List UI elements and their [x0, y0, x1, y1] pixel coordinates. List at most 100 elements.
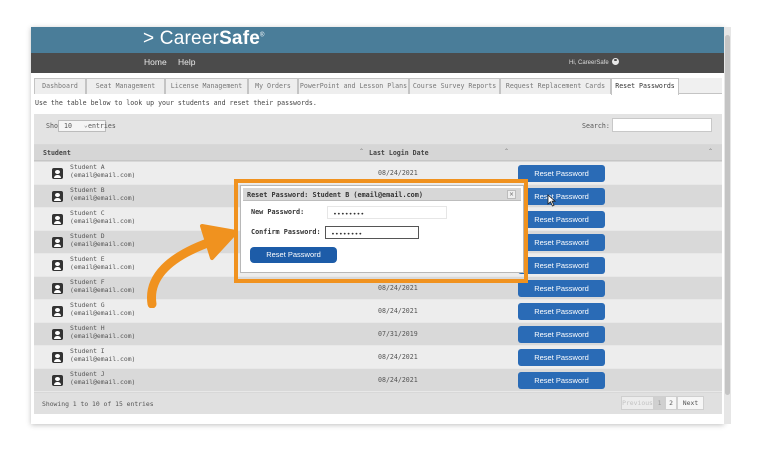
previous-page-button[interactable]: Previous — [621, 396, 654, 410]
student-name: Student B — [70, 186, 105, 194]
student-email: (email@email.com) — [70, 286, 136, 294]
user-icon — [52, 375, 63, 386]
reset-password-button[interactable]: Reset Password — [518, 280, 605, 297]
reset-password-button[interactable]: Reset Password — [518, 303, 605, 320]
student-cell: Student J (email@email.com) — [70, 370, 135, 386]
student-name: Student E — [70, 255, 105, 263]
student-email: (email@email.com) — [70, 309, 136, 317]
student-name: Student J — [70, 370, 105, 378]
instructions-text: Use the table below to look up your stud… — [35, 99, 317, 107]
student-email: (email@email.com) — [70, 240, 136, 248]
student-name: Student G — [70, 301, 105, 309]
student-cell: Student B (email@email.com) — [70, 186, 135, 202]
page-scrollbar[interactable] — [724, 27, 731, 424]
student-cell: Student F (email@email.com) — [70, 278, 135, 294]
column-header-student[interactable]: Student — [43, 149, 71, 157]
last-login-date: 08/24/2021 — [378, 307, 418, 315]
last-login-date: 08/24/2021 — [378, 169, 418, 177]
search-input[interactable] — [612, 118, 712, 132]
tab-course-survey-reports[interactable]: Course Survey Reports — [409, 78, 500, 94]
last-login-date: 08/24/2021 — [378, 284, 418, 292]
user-icon — [52, 352, 63, 363]
entries-label: entries — [88, 122, 116, 130]
brand-bar: > CareerSafe® — [31, 27, 724, 53]
reset-password-button[interactable]: Reset Password — [518, 165, 605, 182]
user-icon — [52, 237, 63, 248]
logo-mark: ® — [260, 32, 265, 39]
student-cell: Student C (email@email.com) — [70, 209, 135, 225]
user-icon — [52, 260, 63, 271]
scrollbar-thumb[interactable] — [725, 35, 730, 395]
table-row: Student J (email@email.com) 08/24/2021 Re… — [34, 369, 722, 392]
student-email: (email@email.com) — [70, 332, 136, 340]
tab-my-orders[interactable]: My Orders — [248, 78, 298, 94]
student-name: Student C — [70, 209, 105, 217]
reset-password-button[interactable]: Reset Password — [518, 211, 605, 228]
table-row: Student H (email@email.com) 07/31/2019 Re… — [34, 323, 722, 346]
user-icon — [52, 168, 63, 179]
last-login-date: 07/31/2019 — [378, 330, 418, 338]
reset-password-button[interactable]: Reset Password — [518, 326, 605, 343]
last-login-date: 08/24/2021 — [378, 376, 418, 384]
page-1-button[interactable]: 1 — [654, 396, 665, 410]
student-cell: Student D (email@email.com) — [70, 232, 135, 248]
student-email: (email@email.com) — [70, 263, 136, 271]
mouse-cursor-icon — [547, 194, 556, 207]
reset-password-button[interactable]: Reset Password — [518, 372, 605, 389]
student-cell: Student A (email@email.com) — [70, 163, 135, 179]
student-email: (email@email.com) — [70, 171, 136, 179]
last-login-date: 08/24/2021 — [378, 353, 418, 361]
student-name: Student F — [70, 278, 105, 286]
user-icon — [52, 283, 63, 294]
sort-icon[interactable]: ⌃ — [708, 148, 713, 155]
user-greeting: Hi, CareerSafe — [569, 60, 609, 66]
table-controls: Show 10 ⌄ entries Search: — [34, 114, 722, 144]
user-menu[interactable]: Hi, CareerSafe — [569, 58, 619, 66]
logo-prefix: > Career — [143, 28, 220, 49]
tab-dashboard[interactable]: Dashboard — [34, 78, 86, 94]
user-icon — [52, 306, 63, 317]
sort-icon[interactable]: ⌃ — [504, 148, 509, 155]
user-icon — [52, 329, 63, 340]
tab-request-replacement-cards[interactable]: Request Replacement Cards — [500, 78, 611, 94]
entries-info: Showing 1 to 10 of 15 entries — [42, 400, 154, 408]
sort-icon[interactable]: ⌃ — [359, 148, 364, 155]
reset-password-button[interactable]: Reset Password — [518, 257, 605, 274]
entries-value: 10 — [64, 122, 72, 130]
table-footer: Showing 1 to 10 of 15 entries Previous 1… — [34, 393, 722, 414]
student-cell: Student I (email@email.com) — [70, 347, 135, 363]
tab-powerpoint-lesson-plans[interactable]: PowerPoint and Lesson Plans — [298, 78, 409, 94]
top-navbar: Home Help Hi, CareerSafe — [31, 53, 724, 73]
reset-password-button[interactable]: Reset Password — [518, 234, 605, 251]
tab-license-management[interactable]: License Management — [165, 78, 248, 94]
tab-seat-management[interactable]: Seat Management — [86, 78, 165, 94]
reset-password-button[interactable]: Reset Password — [518, 188, 605, 205]
student-name: Student I — [70, 347, 105, 355]
search-label: Search: — [582, 122, 610, 130]
page-2-button[interactable]: 2 — [665, 396, 677, 410]
user-icon — [52, 191, 63, 202]
table-row: Student I (email@email.com) 08/24/2021 Re… — [34, 346, 722, 369]
nav-home-link[interactable]: Home — [144, 57, 167, 67]
tab-reset-passwords[interactable]: Reset Passwords — [611, 78, 679, 95]
user-icon — [611, 58, 619, 65]
student-cell: Student E (email@email.com) — [70, 255, 135, 271]
student-email: (email@email.com) — [70, 378, 136, 386]
curved-arrow-icon — [147, 224, 238, 308]
student-name: Student H — [70, 324, 105, 332]
student-email: (email@email.com) — [70, 355, 136, 363]
student-name: Student A — [70, 163, 105, 171]
reset-password-button[interactable]: Reset Password — [518, 349, 605, 366]
next-page-button[interactable]: Next — [677, 396, 704, 410]
table-header: Student ⌃ Last Login Date ⌃ ⌃ — [34, 145, 722, 161]
nav-help-link[interactable]: Help — [178, 57, 195, 67]
student-name: Student D — [70, 232, 105, 240]
column-header-last-login[interactable]: Last Login Date — [369, 149, 429, 157]
highlight-box — [234, 179, 528, 283]
user-icon — [52, 214, 63, 225]
student-email: (email@email.com) — [70, 194, 136, 202]
careersafe-logo[interactable]: > CareerSafe® — [143, 28, 265, 50]
logo-bold: Safe — [219, 28, 260, 49]
student-email: (email@email.com) — [70, 217, 136, 225]
tab-bar: Dashboard Seat Management License Manage… — [34, 78, 722, 95]
